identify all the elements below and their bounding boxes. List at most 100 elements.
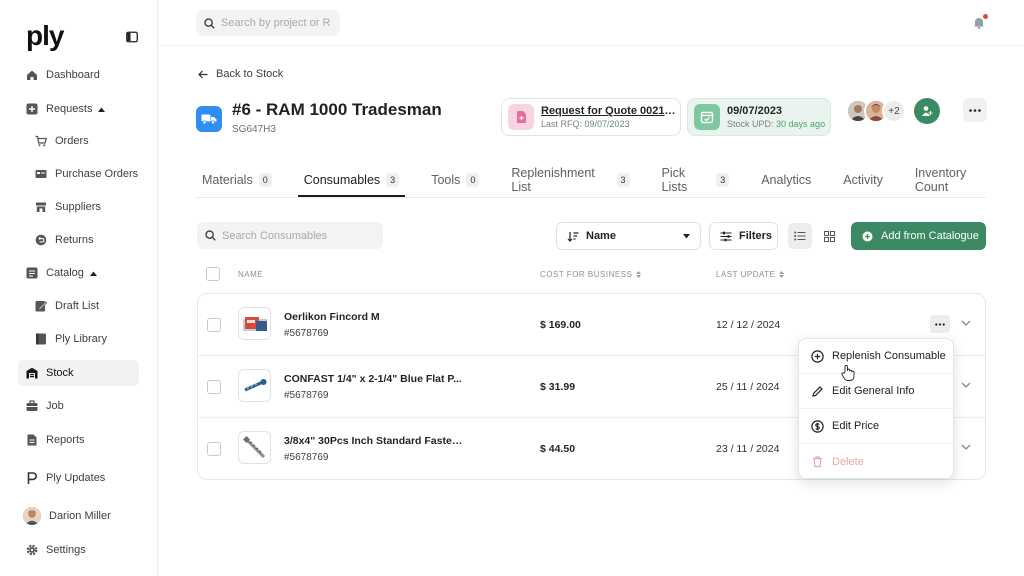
- add-from-catalogue-button[interactable]: Add from Catalogue: [851, 222, 986, 250]
- filters-button[interactable]: Filters: [709, 222, 778, 250]
- sidebar-item-label: Catalog: [46, 267, 84, 279]
- sidebar-item-orders[interactable]: Orders: [18, 128, 139, 154]
- chevron-down-icon[interactable]: [961, 444, 971, 450]
- list-view-toggle[interactable]: [788, 223, 812, 249]
- sidebar-item-label: Orders: [55, 135, 89, 147]
- edit-general-info-item[interactable]: Edit General Info: [799, 374, 953, 409]
- sidebar-item-draft-list[interactable]: Draft List: [18, 293, 139, 319]
- sort-select[interactable]: Name: [556, 222, 701, 250]
- tab-label: Materials: [202, 173, 253, 187]
- notification-dot: [983, 14, 988, 19]
- grid-view-toggle[interactable]: [817, 223, 841, 249]
- column-cost[interactable]: COST FOR BUSINESS: [540, 270, 642, 279]
- column-last-update[interactable]: LAST UPDATE: [716, 270, 785, 279]
- more-avatars-count[interactable]: +2: [882, 99, 906, 123]
- tab-tools[interactable]: Tools 0: [425, 164, 485, 196]
- tab-consumables[interactable]: Consumables 3: [297, 164, 406, 197]
- sidebar-item-suppliers[interactable]: Suppliers: [18, 194, 139, 220]
- page-more-button[interactable]: [963, 98, 987, 122]
- row-checkbox[interactable]: [207, 318, 221, 332]
- add-user-button[interactable]: [914, 98, 940, 124]
- product-last-update: 23 / 11 / 2024: [716, 443, 780, 455]
- product-sku: #5678769: [284, 452, 329, 463]
- product-last-update: 12 / 12 / 2024: [716, 319, 781, 331]
- page-subtitle: SG647H3: [232, 124, 276, 135]
- rfq-card[interactable]: Request for Quote 00213… Last RFQ: 09/07…: [501, 98, 681, 136]
- sidebar-item-label: Ply Updates: [46, 472, 106, 484]
- sidebar-item-ply-updates[interactable]: Ply Updates: [18, 465, 139, 491]
- search-input[interactable]: [222, 229, 372, 242]
- rfq-document-icon: [508, 104, 534, 130]
- sidebar-item-label: Requests: [46, 103, 93, 115]
- product-name[interactable]: 3/8x4" 30Pcs Inch Standard Fasten...: [284, 435, 464, 447]
- consumables-search[interactable]: [197, 222, 383, 249]
- sidebar-collapse-icon[interactable]: [126, 31, 138, 43]
- sidebar-item-dashboard[interactable]: Dashboard: [18, 62, 139, 88]
- sliders-icon: [720, 231, 732, 241]
- sidebar-item-returns[interactable]: Returns: [18, 227, 139, 253]
- tab-pick-lists[interactable]: Pick Lists 3: [656, 164, 736, 196]
- product-name[interactable]: CONFAST 1/4" x 2-1/4" Blue Flat P...: [284, 373, 462, 385]
- select-all-checkbox[interactable]: [206, 267, 220, 281]
- tab-analytics[interactable]: Analytics: [755, 164, 817, 196]
- chevron-down-icon[interactable]: [961, 382, 971, 388]
- edit-price-item[interactable]: Edit Price: [799, 409, 953, 444]
- tab-activity[interactable]: Activity: [837, 164, 889, 196]
- product-name[interactable]: Oerlikon Fincord M: [284, 311, 380, 323]
- hand-cursor-icon: [841, 364, 855, 381]
- notifications-bell-icon[interactable]: [973, 14, 988, 30]
- tab-replenishment-list[interactable]: Replenishment List 3: [505, 164, 635, 196]
- delete-item: Delete: [799, 444, 953, 479]
- home-icon: [27, 70, 37, 80]
- add-user-icon: [922, 106, 933, 116]
- row-checkbox[interactable]: [207, 380, 221, 394]
- sort-label: Name: [586, 230, 616, 242]
- project-search[interactable]: [196, 10, 340, 36]
- caret-down-icon: [683, 233, 690, 238]
- grid-icon: [823, 230, 835, 242]
- sidebar-item-label: Draft List: [55, 300, 100, 312]
- chevron-down-icon[interactable]: [961, 320, 971, 326]
- menu-item-label: Replenish Consumable: [832, 350, 946, 362]
- tab-inventory-count[interactable]: Inventory Count: [909, 164, 1004, 196]
- rfq-title[interactable]: Request for Quote 00213…: [541, 105, 677, 117]
- sidebar-item-stock[interactable]: Stock: [18, 360, 139, 386]
- cart-icon: [35, 135, 47, 147]
- table-header: NAME COST FOR BUSINESS LAST UPDATE: [197, 264, 986, 284]
- user-name: Darion Miller: [49, 510, 111, 522]
- sidebar-item-ply-library[interactable]: Ply Library: [18, 326, 139, 352]
- ply-logo[interactable]: ply: [26, 20, 64, 52]
- tab-label: Tools: [431, 173, 461, 187]
- sidebar-item-catalog[interactable]: Catalog: [18, 260, 139, 286]
- sidebar-item-job[interactable]: Job: [18, 393, 139, 419]
- catalog-icon: [26, 267, 38, 279]
- product-thumbnail: [238, 431, 271, 464]
- row-checkbox[interactable]: [207, 442, 221, 456]
- tab-materials[interactable]: Materials 0: [196, 164, 278, 196]
- row-more-button[interactable]: [930, 315, 950, 333]
- sidebar-item-label: Stock: [46, 367, 74, 379]
- search-input[interactable]: [221, 17, 331, 29]
- sidebar-item-reports[interactable]: Reports: [18, 427, 139, 453]
- tabs-divider: [196, 197, 986, 198]
- column-name[interactable]: NAME: [238, 270, 263, 279]
- sidebar-user-profile[interactable]: Darion Miller: [18, 503, 139, 529]
- search-icon: [204, 17, 215, 29]
- stock-update-date: 09/07/2023: [727, 105, 783, 117]
- sidebar-item-requests[interactable]: Requests: [18, 96, 139, 122]
- replenish-consumable-item[interactable]: Replenish Consumable: [799, 339, 953, 374]
- back-to-stock-link[interactable]: Back to Stock: [198, 68, 283, 80]
- sidebar-item-settings[interactable]: Settings: [18, 537, 139, 563]
- column-label: COST FOR BUSINESS: [540, 270, 633, 279]
- tab-label: Activity: [843, 173, 883, 187]
- tab-label: Consumables: [303, 173, 381, 187]
- stock-update-ago: 30 days ago: [776, 119, 826, 129]
- team-avatars[interactable]: +2: [846, 98, 940, 124]
- sidebar-item-purchase-orders[interactable]: Purchase Orders: [18, 161, 139, 187]
- stock-update-card[interactable]: 09/07/2023 Stock UPD: 30 days ago: [687, 98, 831, 136]
- menu-item-label: Delete: [832, 455, 864, 468]
- list-icon: [794, 231, 806, 241]
- product-thumbnail: [238, 369, 271, 402]
- tab-count: 3: [716, 173, 730, 187]
- tab-label: Inventory Count: [914, 166, 967, 194]
